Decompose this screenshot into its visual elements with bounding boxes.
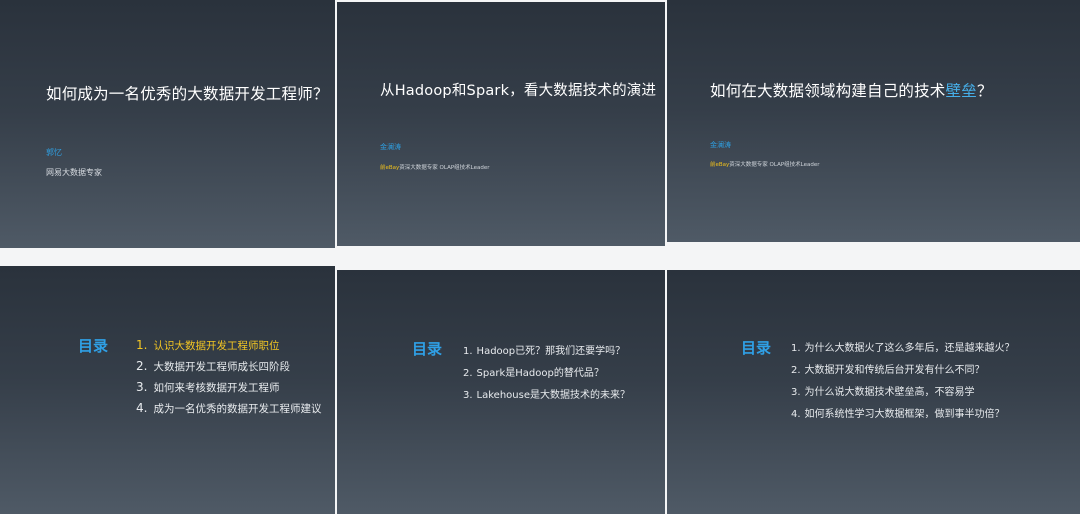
toc-item: 3. 如何来考核数据开发工程师 <box>136 380 280 394</box>
toc-item: 4. 如何系统性学习大数据框架，做到事半功倍？ <box>791 409 1005 420</box>
toc-item: 2. 大数据开发工程师成长四阶段 <box>136 359 290 373</box>
slide-3-author-desc: 前eBay资深大数据专家 OLAP组技术Leader <box>710 160 820 168</box>
slide-3-desc-rest: 资深大数据专家 OLAP组技术Leader <box>729 162 820 168</box>
toc-label: 目录 <box>78 337 109 355</box>
toc-list: 1. 为什么大数据火了这么多年后，还是越来越火？ 2. 大数据开发和传统后台开发有什… <box>791 338 1015 426</box>
toc-label: 目录 <box>412 340 443 358</box>
slide-6-toc: 目录 1. 为什么大数据火了这么多年后，还是越来越火？ 2. 大数据开发和传统后台开… <box>667 270 1080 514</box>
slide-3-title: 如何在大数据领域构建自己的技术壁垒？ <box>710 79 993 101</box>
toc-item: 1. 认识大数据开发工程师职位 <box>136 338 280 352</box>
slide-1-author-desc: 网易大数据专家 <box>46 168 102 177</box>
slide-2-desc-highlight: 前eBay <box>380 165 400 171</box>
slide-3-title-end: ？ <box>976 82 993 100</box>
toc-item: 4. 成为一名优秀的数据开发工程师建议 <box>136 401 322 415</box>
slide-2-desc-rest: 资深大数据专家 OLAP组技术Leader <box>399 165 490 171</box>
slide-2-cover: 从Hadoop和Spark，看大数据技术的演进 金澜涛 前eBay资深大数据专家… <box>337 2 665 246</box>
slide-3-desc-highlight: 前eBay <box>710 162 730 168</box>
slide-1-title: 如何成为一名优秀的大数据开发工程师？ <box>46 85 329 103</box>
slide-4-toc: 目录 1. 认识大数据开发工程师职位 2. 大数据开发工程师成长四阶段 3. 如何来考… <box>0 266 335 514</box>
toc-item: 3. Lakehouse是大数据技术的未来？ <box>463 390 630 401</box>
toc-list: 1. Hadoop已死？那我们还要学吗？ 2. Spark是Hadoop的替代品？ … <box>463 341 630 407</box>
slide-5-toc: 目录 1. Hadoop已死？那我们还要学吗？ 2. Spark是Hadoop的替代… <box>337 270 665 514</box>
toc-label: 目录 <box>741 339 772 357</box>
toc-list: 1. 认识大数据开发工程师职位 2. 大数据开发工程师成长四阶段 3. 如何来考核数据… <box>136 335 321 419</box>
slide-2-author-desc: 前eBay资深大数据专家 OLAP组技术Leader <box>380 163 490 171</box>
slide-3-title-main: 如何在大数据领域构建自己的技术 <box>710 82 946 100</box>
slide-3-author: 金澜涛 <box>710 141 731 149</box>
toc-item: 2. 大数据开发和传统后台开发有什么不同？ <box>791 365 985 376</box>
toc-item: 1. Hadoop已死？那我们还要学吗？ <box>463 346 626 357</box>
slide-2-title: 从Hadoop和Spark，看大数据技术的演进 <box>380 83 657 99</box>
slide-1-cover: 如何成为一名优秀的大数据开发工程师？ 郭忆 网易大数据专家 <box>0 0 335 248</box>
slide-2-author: 金澜涛 <box>380 143 401 151</box>
toc-item: 1. 为什么大数据火了这么多年后，还是越来越火？ <box>791 343 1015 354</box>
toc-item: 2. Spark是Hadoop的替代品？ <box>463 368 604 379</box>
slide-3-cover: 如何在大数据领域构建自己的技术壁垒？ 金澜涛 前eBay资深大数据专家 OLAP… <box>667 0 1080 242</box>
slide-3-title-highlight: 壁垒 <box>945 82 977 100</box>
slide-1-author: 郭忆 <box>46 148 62 157</box>
toc-item: 3. 为什么说大数据技术壁垒高，不容易学 <box>791 387 975 398</box>
